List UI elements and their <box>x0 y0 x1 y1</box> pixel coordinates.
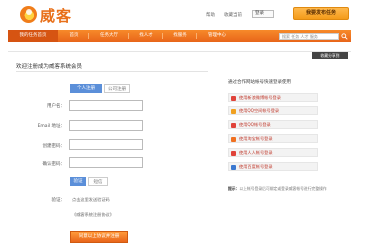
nav-my-tasks[interactable]: 我的任务首页 <box>8 30 58 42</box>
nav-home[interactable]: 首页 <box>62 30 86 42</box>
email-label: Email 地址： <box>37 124 65 129</box>
logo-icon[interactable] <box>20 6 37 23</box>
sidebar-item-label: 使用新浪微博帐号登录 <box>239 95 281 100</box>
login-select[interactable]: 登录 <box>252 10 274 18</box>
login-baidu-button[interactable]: 使用百度帐号登录 <box>228 162 318 171</box>
sidebar-note-text: 以上帐号登录后可绑定或登录威客帐号进行完整操作 <box>239 186 327 191</box>
share-button[interactable]: 收藏分享到 <box>312 52 348 59</box>
confirm-password-field[interactable] <box>69 157 143 168</box>
tab-personal[interactable]: 个人注册 <box>70 84 102 93</box>
sidebar-title: 通过合作网站帐号快速登录使用 <box>228 80 291 85</box>
logo-text[interactable]: 威客 <box>40 5 72 26</box>
nav-divider <box>88 33 89 39</box>
qzone-icon <box>231 108 236 114</box>
search-icon[interactable] <box>341 33 348 40</box>
search-input[interactable]: 搜索 任务 人才 服务 <box>279 33 339 40</box>
sidebar-item-label: 使用QQ帐号登录 <box>239 122 271 127</box>
username-field[interactable] <box>69 100 143 111</box>
nav-divider <box>196 33 197 39</box>
sidebar-note: 提示：以上帐号登录后可绑定或登录威客帐号进行完整操作 <box>228 186 350 191</box>
help-link[interactable]: 帮助 <box>206 12 215 18</box>
taobao-icon <box>231 136 236 142</box>
sidebar-item-label: 使用淘宝帐号登录 <box>239 136 273 141</box>
send-code-link[interactable]: 点击这里发送验证码 <box>72 197 110 203</box>
password-field[interactable] <box>69 139 143 150</box>
qq-icon <box>231 122 236 128</box>
divider <box>16 71 208 72</box>
sidebar-note-label: 提示： <box>228 186 240 191</box>
sidebar-item-label: 使用QQ空间帐号登录 <box>239 108 280 113</box>
nav-divider <box>128 33 129 39</box>
main-nav: 我的任务首页 首页 任务大厅 找人才 找服务 管理中心 搜索 任务 人才 服务 <box>8 30 351 42</box>
nav-task-hall[interactable]: 任务大厅 <box>92 30 126 42</box>
agreement-link[interactable]: 《威客系统注册协议》 <box>72 212 114 218</box>
baidu-icon <box>231 164 236 170</box>
weibo-icon <box>231 95 236 101</box>
sidebar-item-label: 使用百度帐号登录 <box>239 164 273 169</box>
nav-service[interactable]: 找服务 <box>166 30 194 42</box>
login-taobao-button[interactable]: 使用淘宝帐号登录 <box>228 134 318 143</box>
password-label: 创建密码： <box>42 144 66 149</box>
nav-talent[interactable]: 找人才 <box>132 30 160 42</box>
publish-task-button[interactable]: 我要发布任务 <box>293 7 349 20</box>
sub-bar <box>8 42 351 52</box>
page-title: 欢迎注册成为威客系统会员 <box>16 64 83 70</box>
login-sina-button[interactable]: 使用新浪微博帐号登录 <box>228 93 318 102</box>
tab-sms[interactable]: 短信 <box>88 177 108 186</box>
header: 威客 帮助 收藏当前 登录 我要发布任务 <box>0 0 375 30</box>
bookmark-link[interactable]: 收藏当前 <box>224 12 242 18</box>
tab-company[interactable]: 公司注册 <box>104 84 130 93</box>
tab-verify[interactable]: 验证 <box>70 177 86 186</box>
login-qq-button[interactable]: 使用QQ帐号登录 <box>228 120 318 129</box>
nav-divider <box>162 33 163 39</box>
email-field[interactable] <box>69 120 143 131</box>
username-label: 用户名： <box>47 104 65 109</box>
renren-icon <box>231 150 236 156</box>
register-button[interactable]: 同意以上协议并注册 <box>70 231 128 243</box>
login-qzone-button[interactable]: 使用QQ空间帐号登录 <box>228 106 318 115</box>
login-renren-button[interactable]: 使用人人帐号登录 <box>228 148 318 157</box>
confirm-password-label: 确认密码： <box>42 162 66 167</box>
sidebar-item-label: 使用人人帐号登录 <box>239 150 273 155</box>
nav-admin[interactable]: 管理中心 <box>200 30 234 42</box>
verify-label: 验证： <box>51 198 66 203</box>
